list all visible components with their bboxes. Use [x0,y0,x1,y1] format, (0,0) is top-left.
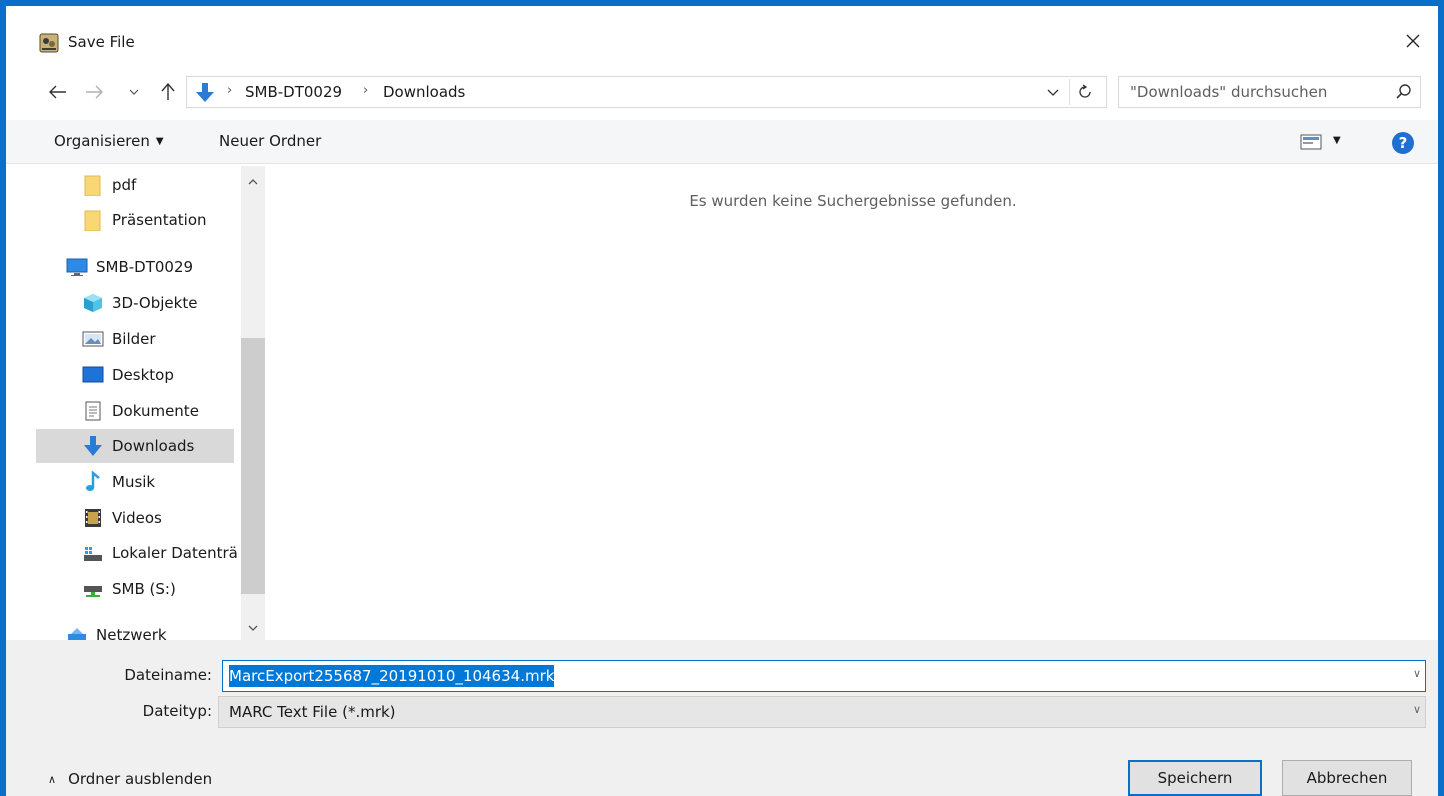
breadcrumb-downloads[interactable]: Downloads [383,83,465,101]
nav-item-smb-drive[interactable]: SMB (S:) [36,572,234,606]
3d-objects-icon [84,294,102,312]
organize-menu-button[interactable]: Organisieren ▼ [54,132,164,150]
local-disk-icon [84,547,102,561]
filename-label: Dateiname: [124,666,212,684]
network-drive-icon [84,586,102,597]
navigation-pane[interactable]: pdf Präsentation SMB-DT0029 3D-Objekte B… [30,166,267,640]
new-folder-button[interactable]: Neuer Ordner [219,132,321,150]
breadcrumb-smb-dt0029[interactable]: SMB-DT0029 [245,83,342,101]
desktop-icon [82,366,104,383]
nav-item-network[interactable]: Netzwerk [36,618,234,640]
nav-item-music[interactable]: Musik [36,465,234,499]
view-options-caret-icon[interactable]: ▼ [1333,135,1341,146]
back-button[interactable] [44,76,72,108]
nav-item-label: Bilder [112,330,156,348]
address-bar[interactable]: › SMB-DT0029 › Downloads [186,76,1107,108]
help-icon[interactable]: ? [1391,131,1415,155]
address-dropdown-button[interactable] [1041,79,1065,105]
pictures-icon [82,331,104,347]
computer-icon [66,258,88,276]
close-button[interactable] [1398,26,1428,56]
nav-item-label: Downloads [112,437,195,455]
refresh-icon [1078,84,1091,98]
organize-label: Organisieren [54,132,150,150]
breadcrumb-separator-icon: › [363,83,369,98]
app-icon [39,33,59,53]
hide-folders-toggle[interactable]: ∧ Ordner ausblenden [48,770,212,788]
documents-icon [85,401,101,421]
nav-item-label: SMB (S:) [112,580,176,598]
nav-item-pictures[interactable]: Bilder [36,322,234,356]
save-file-dialog: Save File › SMB-DT0029 › Downloads "Down… [0,0,1444,796]
hide-folders-label: Ordner ausblenden [68,770,213,788]
save-button[interactable]: Speichern [1128,760,1262,796]
filetype-dropdown-icon[interactable]: ∨ [1413,703,1421,716]
arrow-right-icon [86,85,103,99]
nav-item-local-disk[interactable]: Lokaler Datenträ [36,536,238,570]
nav-item-label: Videos [112,509,162,527]
filename-dropdown-icon[interactable]: ∨ [1413,667,1421,680]
command-toolbar: Organisieren ▼ Neuer Ordner ▼ ? [6,120,1438,164]
nav-item-label: Netzwerk [96,626,167,640]
filetype-label: Dateityp: [142,702,212,720]
navigation-scrollbar[interactable] [241,166,265,640]
videos-icon [85,509,101,527]
nav-item-label: pdf [112,176,137,194]
chevron-down-icon [129,89,139,95]
nav-item-this-pc[interactable]: SMB-DT0029 [36,250,234,284]
search-input[interactable] [1120,78,1382,106]
nav-item-videos[interactable]: Videos [36,501,234,535]
nav-item-downloads[interactable]: Downloads [36,429,234,463]
nav-item-label: Desktop [112,366,174,384]
chevron-up-icon: ∧ [48,772,57,786]
music-icon [86,471,100,491]
search-box [1118,76,1421,108]
recent-locations-button[interactable] [124,76,144,108]
nav-item-label: SMB-DT0029 [96,258,194,276]
downloads-icon [84,436,102,456]
view-options-icon[interactable] [1300,133,1322,151]
nav-item-label: Dokumente [112,402,199,420]
folder-icon [84,210,101,231]
nav-item-documents[interactable]: Dokumente [36,394,234,428]
chevron-down-icon [248,625,258,631]
filetype-select[interactable]: MARC Text File (*.mrk) ∨ [218,696,1426,728]
empty-results-message: Es wurden keine Suchergebnisse gefunden. [689,192,1017,210]
caret-down-icon: ▼ [155,136,164,147]
network-icon [68,628,86,640]
nav-item-3d-objects[interactable]: 3D-Objekte [36,286,234,320]
nav-item-desktop[interactable]: Desktop [36,358,234,392]
file-list-area[interactable]: Es wurden keine Suchergebnisse gefunden. [268,166,1438,640]
save-options-panel: Dateiname: MarcExport255687_20191010_104… [6,640,1438,796]
forward-button[interactable] [80,76,108,108]
nav-item-label: 3D-Objekte [112,294,198,312]
window-title: Save File [68,33,135,51]
title-bar: Save File [6,6,1438,66]
chevron-up-icon [248,179,258,185]
nav-item-praesentation[interactable]: Präsentation [36,203,234,237]
nav-item-label: Lokaler Datenträ [112,544,238,562]
nav-item-label: Präsentation [112,211,207,229]
arrow-left-icon [49,85,66,99]
scroll-thumb[interactable] [241,338,265,594]
up-button[interactable] [154,76,182,108]
nav-item-pdf[interactable]: pdf [36,168,234,202]
scroll-up-button[interactable] [241,170,265,194]
breadcrumb-separator-icon: › [227,83,233,98]
refresh-button[interactable] [1069,79,1099,105]
nav-item-label: Musik [112,473,156,491]
chevron-down-icon [1047,89,1059,96]
scroll-down-button[interactable] [241,616,265,640]
downloads-icon [196,83,214,102]
filename-value[interactable]: MarcExport255687_20191010_104634.mrk [229,665,555,687]
search-icon[interactable] [1394,82,1414,102]
folder-icon [84,175,101,196]
filetype-value: MARC Text File (*.mrk) [229,703,396,721]
svg-text:?: ? [1399,134,1408,152]
filename-field[interactable]: MarcExport255687_20191010_104634.mrk ∨ [222,660,1426,692]
close-icon [1406,34,1420,48]
arrow-up-icon [161,83,175,100]
cancel-button[interactable]: Abbrechen [1282,760,1412,796]
